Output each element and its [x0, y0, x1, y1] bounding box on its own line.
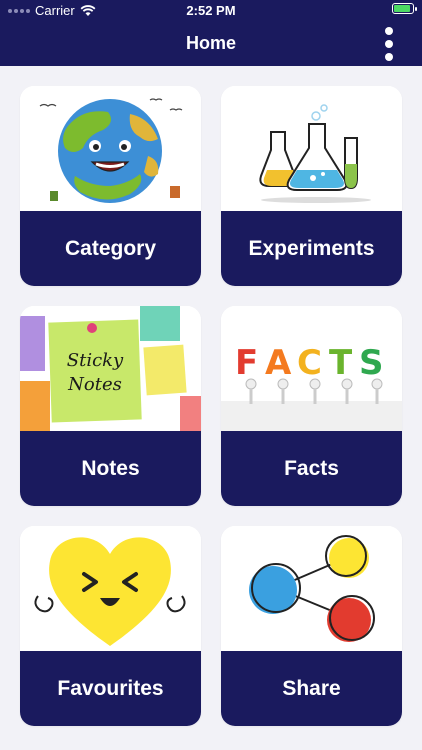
- svg-text:T: T: [329, 343, 353, 383]
- share-label: Share: [221, 651, 402, 726]
- sticky-notes-icon: Sticky Notes: [20, 306, 201, 431]
- share-icon: [221, 526, 402, 651]
- more-vertical-icon[interactable]: [382, 27, 396, 61]
- favourites-label: Favourites: [20, 651, 201, 726]
- svg-text:F: F: [235, 343, 258, 383]
- svg-text:A: A: [265, 343, 292, 383]
- earth-icon: [20, 86, 201, 211]
- experiments-card[interactable]: Experiments: [221, 86, 402, 286]
- flask-icon: [221, 86, 402, 211]
- svg-text:C: C: [297, 343, 322, 383]
- facts-card[interactable]: F A C T S Facts: [221, 306, 402, 506]
- sticky-notes-text-2: Notes: [67, 374, 122, 395]
- share-card[interactable]: Share: [221, 526, 402, 726]
- facts-label: Facts: [221, 431, 402, 506]
- experiments-label: Experiments: [221, 211, 402, 286]
- notes-card[interactable]: Sticky Notes Notes: [20, 306, 201, 506]
- svg-text:S: S: [359, 343, 384, 383]
- category-label: Category: [20, 211, 201, 286]
- facts-icon: F A C T S: [221, 306, 402, 431]
- status-bar: Carrier 2:52 PM: [0, 0, 422, 22]
- sticky-notes-text-1: Sticky: [67, 350, 124, 371]
- app-screen: Carrier 2:52 PM Home Category Experiment…: [0, 0, 422, 750]
- page-title: Home: [185, 33, 236, 53]
- heart-icon: [20, 526, 201, 651]
- menu-grid: Category Experiments Sticky Notes Notes …: [20, 86, 402, 726]
- favourites-card[interactable]: Favourites: [20, 526, 201, 726]
- battery-icon: [392, 3, 417, 14]
- category-card[interactable]: Category: [20, 86, 201, 286]
- status-time: 2:52 PM: [186, 3, 236, 18]
- navigation-bar: Carrier 2:52 PM Home: [0, 0, 422, 66]
- notes-label: Notes: [20, 431, 201, 506]
